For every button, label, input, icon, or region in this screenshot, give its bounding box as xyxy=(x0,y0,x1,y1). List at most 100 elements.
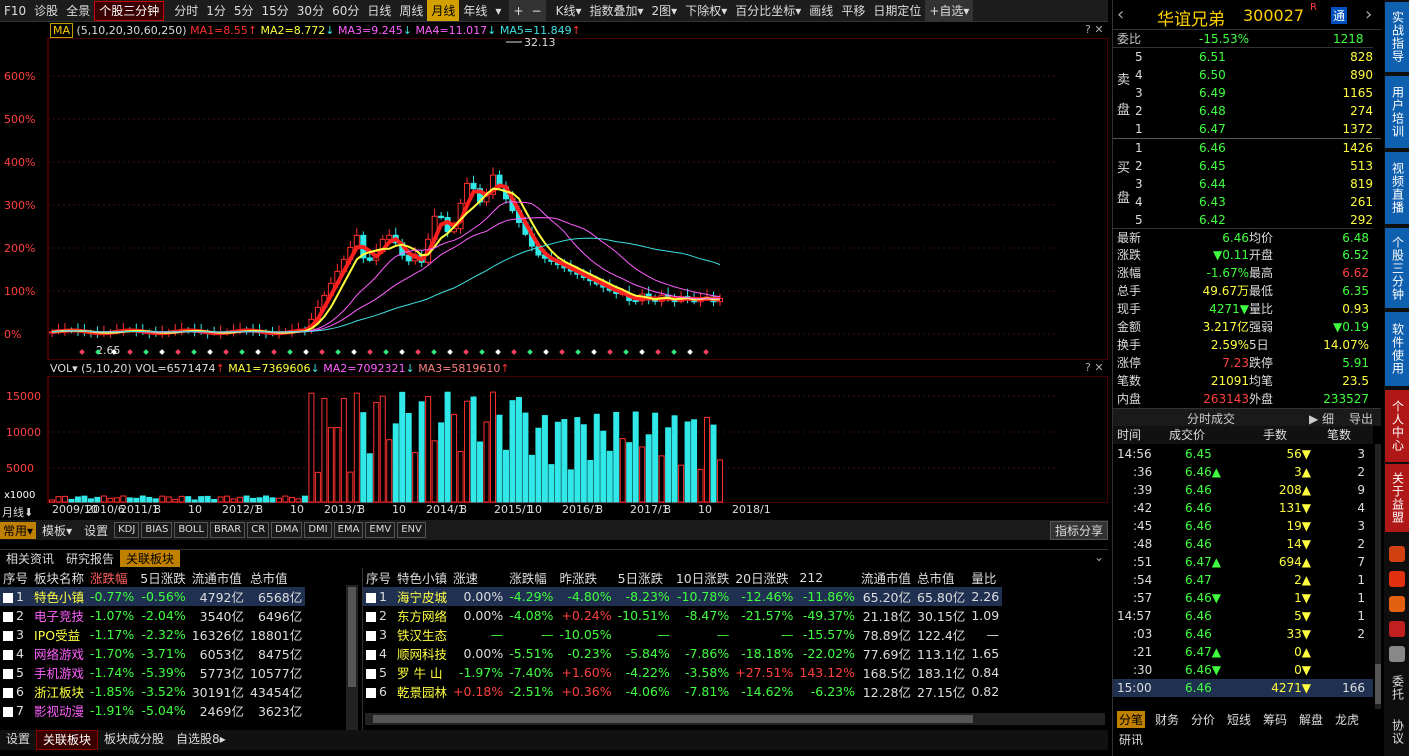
draw-line-button[interactable]: 画线 xyxy=(805,0,837,21)
sidebar-0[interactable]: 实战指导 xyxy=(1385,2,1409,72)
settings-button[interactable]: 设置 xyxy=(78,522,114,539)
indicator-kdj[interactable]: KDJ xyxy=(114,522,140,538)
table-row[interactable]: 6 浙江板块 -1.85% -3.52% 30191亿 43454亿 xyxy=(0,682,305,701)
indicator-env[interactable]: ENV xyxy=(397,522,426,538)
row-checkbox[interactable] xyxy=(366,687,376,698)
col-header[interactable]: 10日涨跌 xyxy=(673,568,732,587)
chart-close-icon[interactable]: ? ✕ xyxy=(1085,23,1104,36)
sidebar-app-icon[interactable] xyxy=(1389,596,1405,612)
chevron-down-icon[interactable]: ▾ xyxy=(491,0,505,21)
bid-row[interactable]: 1 6.46 1426 xyxy=(1113,139,1373,157)
sidebar-app-icon[interactable] xyxy=(1389,621,1405,637)
indicator-emv[interactable]: EMV xyxy=(365,522,396,538)
period-tab[interactable]: 日线 xyxy=(363,0,395,21)
two-chart-dropdown[interactable]: 2图▾ xyxy=(648,0,682,21)
table-row[interactable]: 7 影视动漫 -1.91% -5.04% 2469亿 3623亿 xyxy=(0,701,305,720)
zoom-in-button[interactable]: + xyxy=(509,0,528,21)
prev-stock-icon[interactable]: ‹ xyxy=(1117,4,1124,25)
stock-h-scrollbar[interactable] xyxy=(365,713,1105,725)
tick-detail-button[interactable]: ▶ 细 xyxy=(1309,410,1334,427)
indicator-share-button[interactable]: 指标分享 xyxy=(1049,520,1108,540)
sidebar-3[interactable]: 个股三分钟 xyxy=(1385,228,1409,308)
tab-research[interactable]: 研究报告 xyxy=(60,550,120,567)
sector-scrollbar[interactable] xyxy=(346,585,358,730)
diagnose-button[interactable]: 诊股 xyxy=(30,0,62,21)
tab-7[interactable]: 研讯 xyxy=(1117,731,1145,748)
indicator-cr[interactable]: CR xyxy=(247,522,270,538)
tab-6[interactable]: 龙虎 xyxy=(1333,711,1361,728)
row-checkbox[interactable] xyxy=(3,630,13,641)
bid-row[interactable]: 3 6.44 819 xyxy=(1113,175,1373,193)
col-header[interactable]: 212 xyxy=(796,568,858,587)
tab-news[interactable]: 相关资讯 xyxy=(0,550,60,567)
pan-button[interactable]: 平移 xyxy=(837,0,869,21)
period-tab[interactable]: 周线 xyxy=(395,0,427,21)
row-checkbox[interactable] xyxy=(3,687,13,698)
col-header[interactable]: 特色小镇 xyxy=(394,568,450,587)
table-row[interactable]: 3 铁汉生态 — — -10.05% — — — -15.57% 78.89亿 122.4亿 — xyxy=(363,625,1002,644)
tick-export-button[interactable]: 导出 xyxy=(1349,410,1373,427)
percent-axis-dropdown[interactable]: 百分比坐标▾ xyxy=(731,0,805,21)
col-header[interactable]: 总市值 xyxy=(914,568,968,587)
table-row[interactable]: 2 东方网络 0.00% -4.08% +0.24% -10.51% -8.47% -21.5… xyxy=(363,606,1002,625)
col-header[interactable]: 5日涨跌 xyxy=(137,568,188,587)
tab-related-sectors[interactable]: 关联板块 xyxy=(120,550,181,567)
row-checkbox[interactable] xyxy=(366,592,376,603)
tab-0[interactable]: 分笔 xyxy=(1117,711,1146,728)
ask-row[interactable]: 1 6.47 1372 xyxy=(1113,120,1373,138)
tab-2[interactable]: 分价 xyxy=(1189,711,1217,728)
indicator-bias[interactable]: BIAS xyxy=(141,522,173,538)
period-tab[interactable]: 60分 xyxy=(328,0,363,21)
table-row[interactable]: 5 手机游戏 -1.74% -5.39% 5773亿 10577亿 xyxy=(0,663,305,682)
table-row[interactable]: 4 网络游戏 -1.70% -3.71% 6053亿 8475亿 xyxy=(0,644,305,663)
col-header[interactable]: 涨跌幅 xyxy=(506,568,556,587)
next-stock-icon[interactable]: › xyxy=(1365,4,1372,25)
kline-chart[interactable]: 600% 500% 400% 300% 200% 100% 0% 32.13 2.65 xyxy=(0,38,1108,360)
f10-button[interactable]: F10 xyxy=(0,0,30,21)
adjust-dropdown[interactable]: 下除权▾ xyxy=(681,0,731,21)
table-row[interactable]: 5罗 牛 山 -1.97% -7.40% +1.60% -4.22% -3.58% +27.… xyxy=(363,663,1002,682)
row-checkbox[interactable] xyxy=(3,649,13,660)
tab-sector-components[interactable]: 板块成分股 xyxy=(98,730,170,750)
col-header[interactable]: 板块名称 xyxy=(31,568,87,587)
col-header[interactable]: 量比 xyxy=(968,568,1002,587)
bid-row[interactable]: 4 6.43 261 xyxy=(1113,193,1373,211)
tab-3[interactable]: 短线 xyxy=(1225,711,1253,728)
tab-related-sectors-bottom[interactable]: 关联板块 xyxy=(36,730,99,750)
panorama-button[interactable]: 全景 xyxy=(62,0,94,21)
period-tab[interactable]: 5分 xyxy=(230,0,258,21)
ask-row[interactable]: 4 6.50 890 xyxy=(1113,66,1373,84)
stock-3min-button[interactable]: 个股三分钟 xyxy=(94,0,165,21)
collapse-icon[interactable]: ⌄ xyxy=(1094,550,1108,567)
period-tab[interactable]: 分时 xyxy=(170,0,202,21)
col-header[interactable]: 序号 xyxy=(363,568,394,587)
row-checkbox[interactable] xyxy=(366,649,376,660)
sidebar-app-icon[interactable] xyxy=(1389,546,1405,562)
zoom-out-button[interactable]: − xyxy=(527,0,546,21)
col-header[interactable]: 总市值 xyxy=(247,568,305,587)
volume-chart[interactable]: 15000 10000 5000 x1000 xyxy=(0,376,1108,504)
tab-4[interactable]: 筹码 xyxy=(1261,711,1289,728)
sidebar-app-icon[interactable] xyxy=(1389,571,1405,587)
index-overlay-dropdown[interactable]: 指数叠加▾ xyxy=(585,0,647,21)
sidebar-6[interactable]: 关于益盟 xyxy=(1385,464,1409,532)
tab-settings[interactable]: 设置 xyxy=(0,730,36,750)
tab-watchlist[interactable]: 自选股8▸ xyxy=(170,730,232,750)
col-header[interactable]: 5日涨跌 xyxy=(615,568,673,587)
indicator-dma[interactable]: DMA xyxy=(271,522,303,538)
period-tab[interactable]: 1分 xyxy=(202,0,230,21)
tab-1[interactable]: 财务 xyxy=(1153,711,1181,728)
vol-close-icon[interactable]: ? ✕ xyxy=(1085,361,1104,374)
col-header[interactable]: 流通市值 xyxy=(858,568,914,587)
col-header[interactable]: 涨速 xyxy=(450,568,506,587)
indicator-brar[interactable]: BRAR xyxy=(210,522,246,538)
period-tab-monthly[interactable]: 月线 xyxy=(427,0,460,21)
vol-selector[interactable]: VOL▾ xyxy=(50,362,78,375)
bid-row[interactable]: 2 6.45 513 xyxy=(1113,157,1373,175)
sidebar-1[interactable]: 用户培训 xyxy=(1385,76,1409,148)
add-favorite-dropdown[interactable]: +自选▾ xyxy=(925,0,974,21)
col-header[interactable]: 序号 xyxy=(0,568,31,587)
period-tab[interactable]: 年线 xyxy=(459,0,491,21)
period-tab[interactable]: 30分 xyxy=(293,0,328,21)
row-checkbox[interactable] xyxy=(366,668,376,679)
